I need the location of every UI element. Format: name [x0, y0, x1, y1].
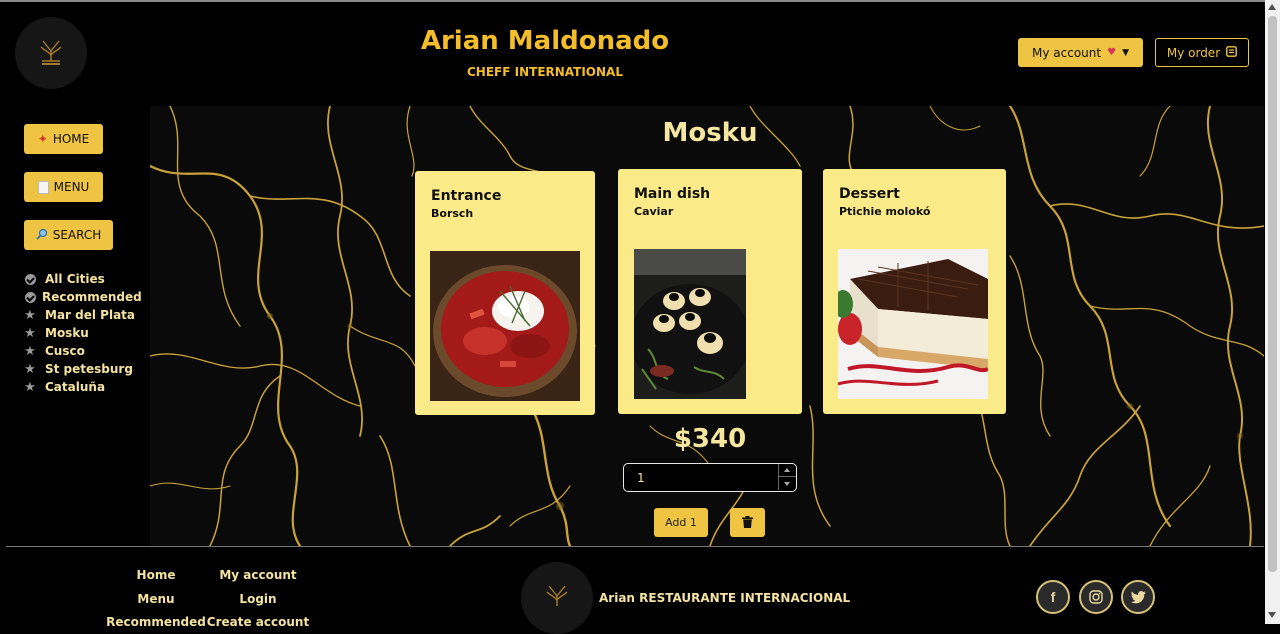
my-account-label: My account — [1032, 45, 1102, 60]
add-to-order-button[interactable]: Add 1 — [654, 508, 708, 537]
borsch-image — [430, 251, 580, 401]
memo-icon — [37, 180, 49, 194]
footer-link-recommended[interactable]: Recommended — [104, 615, 208, 629]
brand-subtitle: CHEFF INTERNATIONAL — [467, 65, 623, 79]
delete-button[interactable] — [730, 508, 765, 537]
window-top-border — [0, 0, 1280, 2]
dish-name: Caviar — [634, 205, 674, 218]
spin-up-icon[interactable] — [784, 468, 790, 472]
caviar-image — [634, 249, 746, 399]
city-item-mar-del-plata[interactable]: ★ Mar del Plata — [24, 306, 142, 324]
search-button[interactable]: SEARCH — [24, 220, 113, 250]
quantity-stepper[interactable]: 1 — [623, 463, 797, 492]
my-order-label: My order — [1166, 45, 1221, 60]
my-account-button[interactable]: My account ♥ ▼ — [1018, 38, 1143, 67]
star-icon: ★ — [24, 379, 36, 395]
city-item-all-cities[interactable]: All Cities — [24, 270, 142, 288]
city-item-cataluna[interactable]: ★ Cataluña — [24, 378, 142, 396]
city-item-st-petesburg[interactable]: ★ St petesburg — [24, 360, 142, 378]
footer-link-login[interactable]: Login — [208, 592, 308, 606]
receipt-icon — [1226, 45, 1238, 60]
city-label: Mosku — [45, 326, 89, 340]
city-label: All Cities — [45, 272, 105, 286]
home-button[interactable]: ✦ HOME — [24, 124, 103, 154]
city-filter-list: All Cities Recommended ★ Mar del Plata ★ M… — [24, 270, 142, 396]
course-label: Main dish — [634, 186, 711, 202]
footer-link-menu[interactable]: Menu — [116, 592, 196, 606]
footer-link-home[interactable]: Home — [116, 568, 196, 582]
pin-icon: ✦ — [37, 132, 48, 146]
city-item-cusco[interactable]: ★ Cusco — [24, 342, 142, 360]
twitter-icon[interactable] — [1121, 580, 1155, 614]
star-icon: ★ — [24, 361, 36, 377]
course-label: Entrance — [431, 188, 502, 204]
check-circle-icon — [24, 291, 36, 303]
footer-logo — [521, 562, 593, 634]
trash-icon — [742, 513, 753, 532]
total-price: $340 — [673, 424, 747, 454]
scroll-up-icon[interactable] — [1268, 4, 1276, 10]
menu-card-dessert: Dessert Ptichie molokó — [823, 169, 1006, 414]
scroll-down-icon[interactable] — [1268, 612, 1276, 618]
facebook-icon[interactable]: f — [1036, 580, 1070, 614]
city-label: St petesburg — [45, 362, 133, 376]
menu-card-main-dish: Main dish Caviar — [618, 169, 802, 414]
dish-name: Borsch — [431, 207, 474, 220]
city-label: Mar del Plata — [45, 308, 135, 322]
spin-divider — [779, 476, 796, 477]
kiss-icon: ♥ — [1107, 47, 1117, 58]
course-label: Dessert — [839, 186, 900, 202]
star-icon: ★ — [24, 307, 36, 323]
city-label: Cusco — [45, 344, 85, 358]
spin-down-icon[interactable] — [784, 482, 790, 486]
scroll-thumb[interactable] — [1268, 16, 1277, 572]
city-label: Recommended — [42, 290, 142, 304]
footer-link-my-account[interactable]: My account — [208, 568, 308, 582]
ptichie-moloko-image — [838, 249, 988, 399]
city-title: Mosku — [662, 118, 758, 148]
home-label: HOME — [52, 132, 90, 146]
check-circle-icon — [24, 273, 36, 285]
menu-card-entrance: Entrance Borsch — [415, 171, 595, 415]
city-item-recommended[interactable]: Recommended — [24, 288, 142, 306]
my-order-button[interactable]: My order — [1155, 38, 1249, 67]
city-item-mosku[interactable]: ★ Mosku — [24, 324, 142, 342]
chevron-down-icon: ▼ — [1122, 47, 1129, 58]
footer-brand: Arian RESTAURANTE INTERNACIONAL — [599, 591, 851, 605]
quantity-value: 1 — [637, 471, 645, 485]
page-scrollbar[interactable] — [1265, 0, 1280, 624]
footer-link-create-account[interactable]: Create account — [204, 615, 312, 629]
brand-title: Arian Maldonado — [420, 26, 670, 56]
instagram-icon[interactable] — [1079, 580, 1113, 614]
dish-name: Ptichie molokó — [839, 205, 931, 218]
menu-button[interactable]: MENU — [24, 172, 103, 202]
restaurant-logo[interactable] — [15, 17, 87, 89]
spin-buttons[interactable] — [778, 464, 796, 490]
menu-label: MENU — [53, 180, 90, 194]
star-icon: ★ — [24, 343, 36, 359]
search-label: SEARCH — [52, 228, 102, 242]
city-label: Cataluña — [45, 380, 106, 394]
footer-divider — [6, 546, 1264, 547]
star-icon: ★ — [24, 325, 36, 341]
magnifier-icon — [36, 228, 48, 243]
